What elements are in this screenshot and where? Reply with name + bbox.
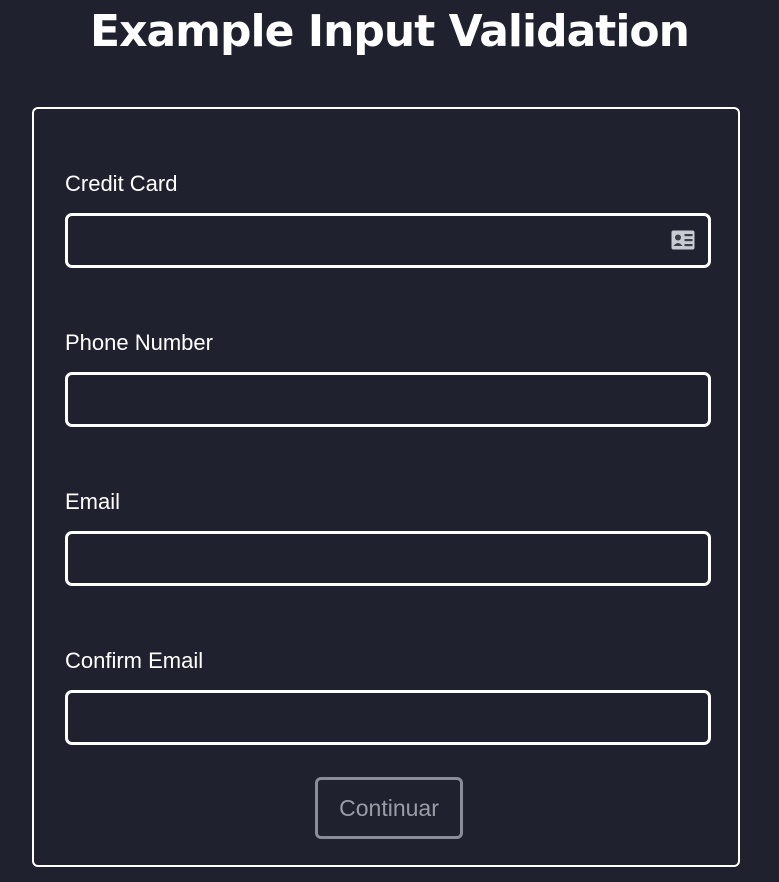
- validation-form: Credit Card Phone Number Email Confirm E…: [32, 107, 740, 867]
- email-input[interactable]: [65, 531, 711, 586]
- confirm-email-label: Confirm Email: [65, 648, 204, 673]
- continue-button[interactable]: Continuar: [315, 777, 463, 839]
- contact-card-icon: [671, 230, 695, 250]
- credit-card-input[interactable]: [65, 213, 711, 268]
- phone-number-input[interactable]: [65, 372, 711, 427]
- email-label: Email: [65, 489, 121, 514]
- phone-number-label: Phone Number: [65, 330, 213, 355]
- page-title: Example Input Validation: [90, 6, 690, 57]
- credit-card-label: Credit Card: [65, 171, 178, 196]
- confirm-email-input[interactable]: [65, 690, 711, 745]
